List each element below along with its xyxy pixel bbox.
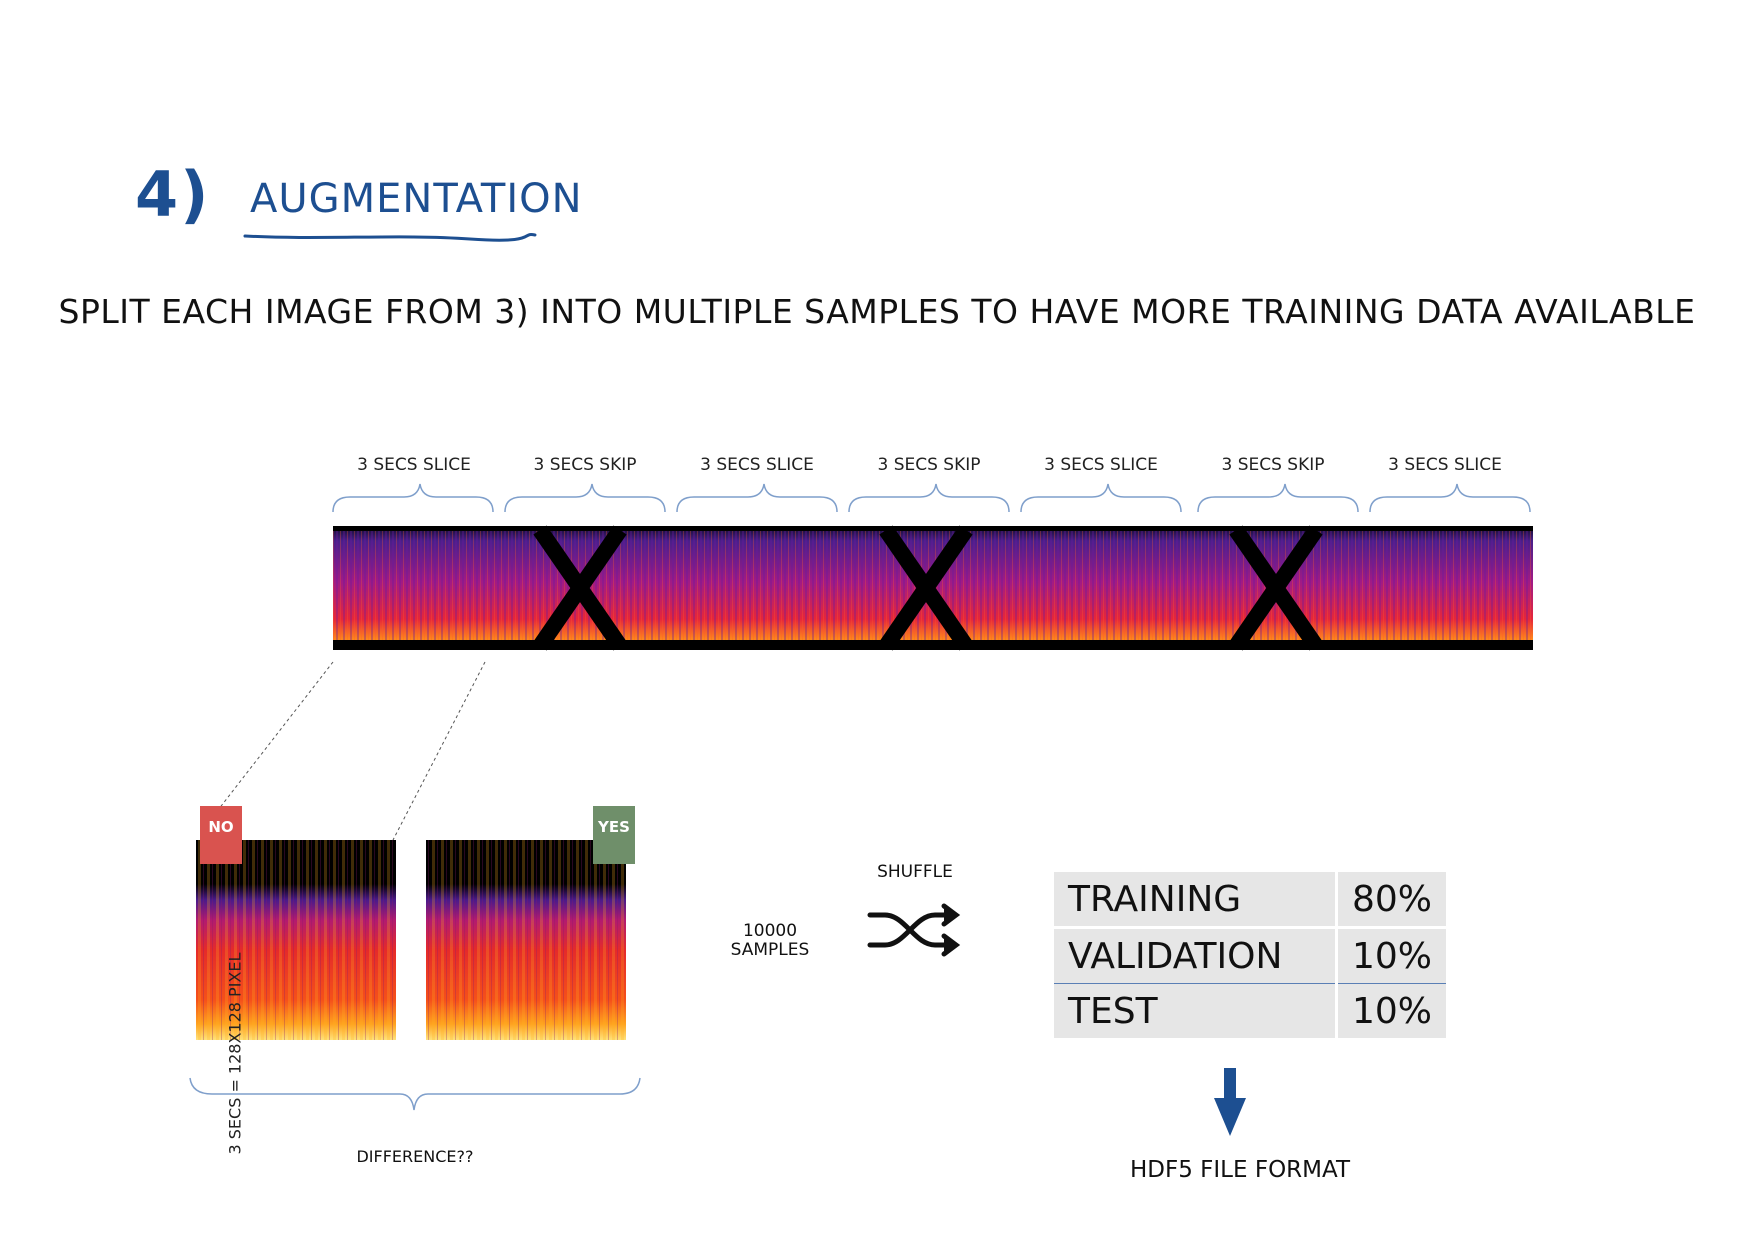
arrow-down-icon xyxy=(1214,1068,1246,1136)
split-percent: 10% xyxy=(1334,983,1446,1038)
zoom-lines xyxy=(217,661,486,841)
segment-braces xyxy=(332,483,1531,513)
difference-label: DIFFERENCE?? xyxy=(356,1147,474,1166)
split-percent: 80% xyxy=(1334,872,1446,929)
samples-text: SAMPLES xyxy=(730,940,810,960)
table-row: TRAINING 80% xyxy=(1054,872,1446,929)
split-percent: 10% xyxy=(1334,927,1446,984)
split-name: VALIDATION xyxy=(1054,927,1337,984)
table-row: TEST 10% xyxy=(1054,983,1446,1038)
samples-count: 10000 SAMPLES xyxy=(705,922,835,960)
no-sign-label: NO xyxy=(208,818,234,836)
shuffle-label: SHUFFLE xyxy=(877,862,953,882)
yes-sign-icon: YES xyxy=(593,806,635,864)
shuffle-icon xyxy=(867,903,961,957)
difference-brace xyxy=(189,1077,641,1111)
yes-sign-label: YES xyxy=(598,818,630,836)
split-name: TEST xyxy=(1068,990,1158,1032)
no-sign-icon: NO xyxy=(200,806,242,864)
output-format-label: HDF5 FILE FORMAT xyxy=(1129,1157,1350,1183)
table-row: VALIDATION 10% xyxy=(1054,927,1446,984)
sample-spectrogram-yes xyxy=(426,840,626,1040)
dataset-split-table: TRAINING 80% VALIDATION 10% TEST 10% xyxy=(1054,872,1446,1038)
sample-size-note: 3 SECS = 128X128 PIXEL xyxy=(225,952,245,1155)
samples-number: 10000 xyxy=(742,921,798,941)
diagram-canvas xyxy=(189,483,1533,1136)
split-name: TRAINING xyxy=(1054,872,1337,929)
